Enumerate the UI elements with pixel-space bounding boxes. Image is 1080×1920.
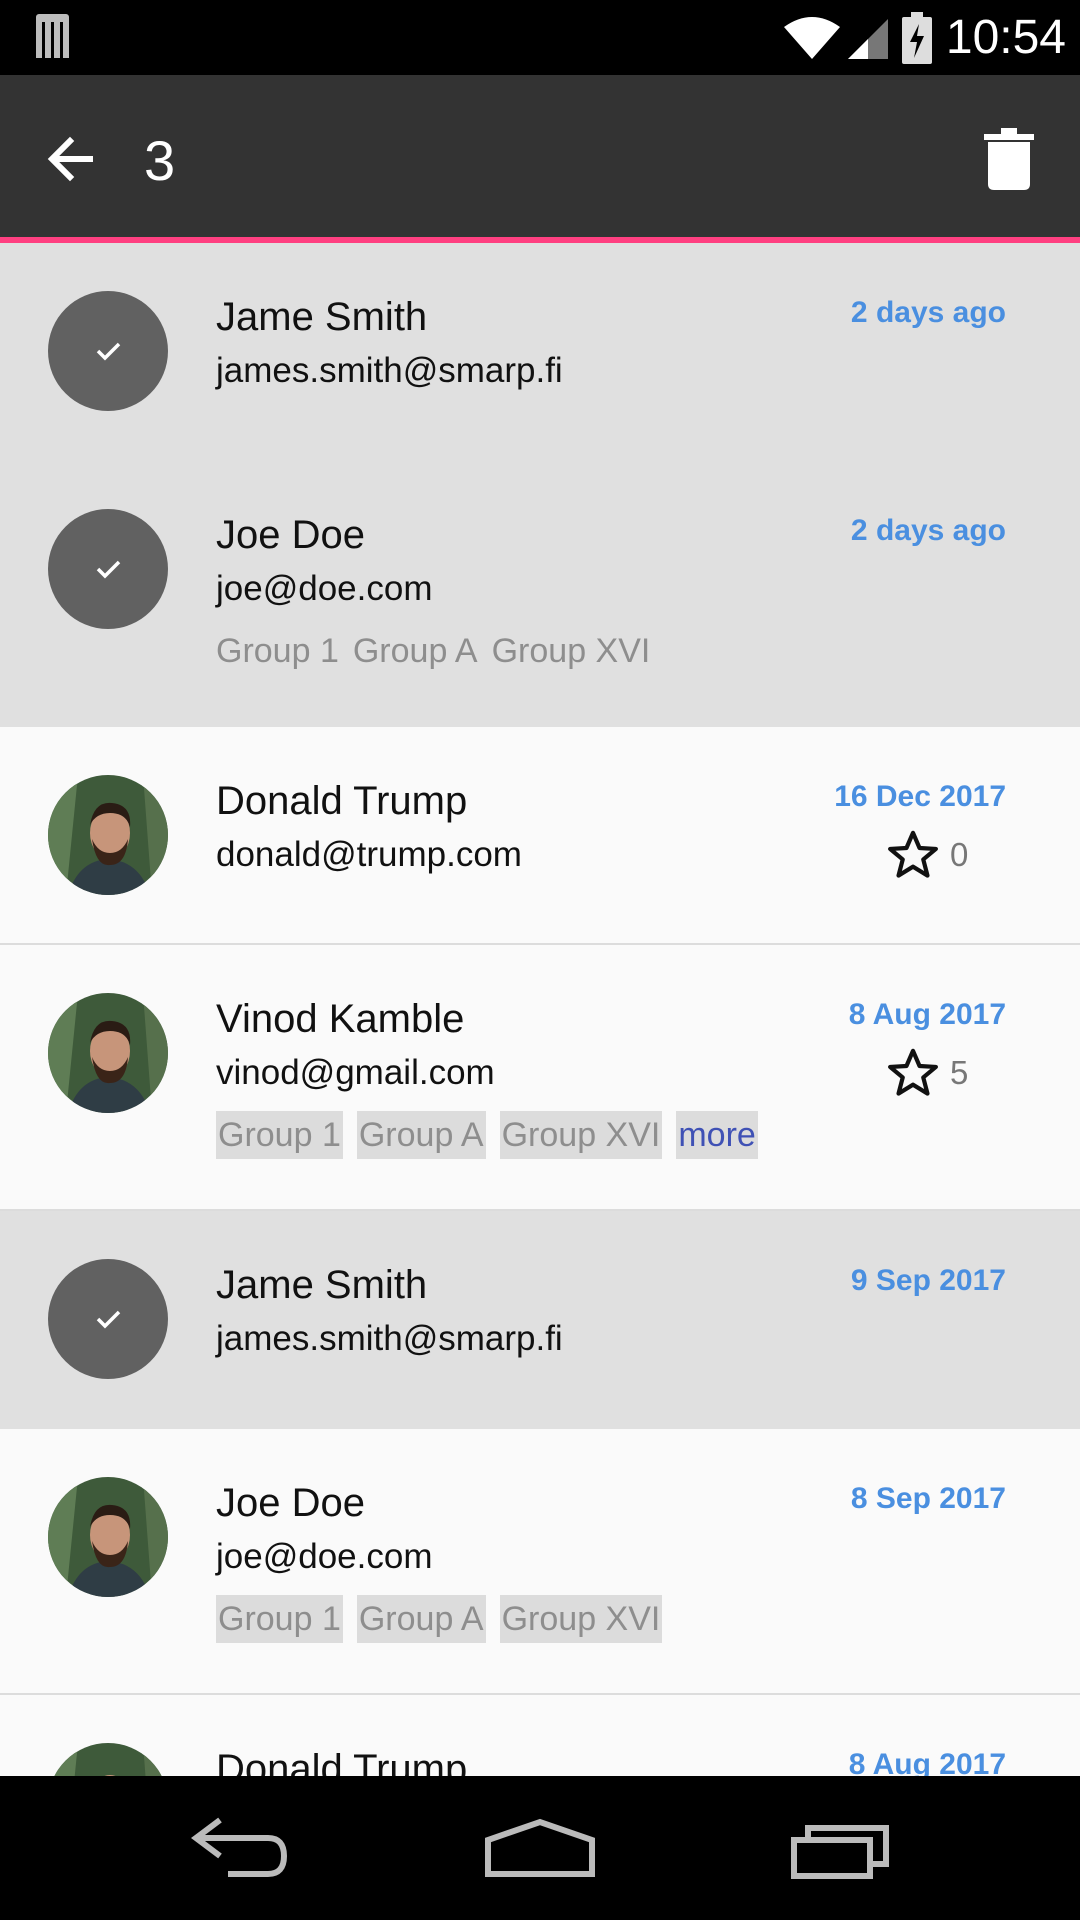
star-count: 0 — [950, 836, 969, 873]
check-icon — [96, 560, 121, 579]
more-groups-link[interactable]: more — [676, 1111, 758, 1159]
group-tag: Group A — [352, 632, 478, 670]
contact-name: Jame Smith — [216, 1263, 428, 1307]
contact-date: 8 Aug 2017 — [848, 998, 1006, 1031]
nav-recents-icon[interactable] — [790, 1810, 896, 1886]
contact-email: james.smith@smarp.fi — [216, 1319, 563, 1358]
notification-icon — [36, 14, 69, 58]
group-list: Group 1 Group A Group XVI — [216, 627, 650, 675]
group-list: Group 1 Group A Group XVI more — [216, 1111, 758, 1159]
avatar[interactable] — [48, 993, 168, 1113]
contact-name: Joe Doe — [216, 513, 365, 557]
avatar[interactable] — [48, 775, 168, 895]
selected-avatar[interactable] — [48, 509, 168, 629]
contact-name: Jame Smith — [216, 295, 428, 339]
status-time: 10:54 — [945, 11, 1066, 64]
contact-row[interactable]: Donald Trump donald@trump.com 16 Dec 201… — [0, 727, 1080, 945]
contact-date: 2 days ago — [850, 514, 1006, 547]
check-icon — [96, 342, 121, 361]
check-icon — [96, 1310, 121, 1329]
avatar[interactable] — [48, 1477, 168, 1597]
avatar-photo — [48, 775, 168, 895]
star-rating[interactable]: 0 — [884, 827, 968, 883]
group-tag: Group A — [356, 1595, 486, 1643]
contact-email: james.smith@smarp.fi — [216, 351, 563, 390]
avatar[interactable] — [48, 1743, 168, 1776]
star-count: 5 — [950, 1054, 969, 1091]
contact-row[interactable]: Donald Trump 8 Aug 2017 — [0, 1695, 1080, 1776]
star-outline-icon — [888, 1048, 938, 1096]
star-outline-icon — [888, 830, 938, 878]
contact-row[interactable]: Joe Doe joe@doe.com Group 1 Group A Grou… — [0, 1429, 1080, 1695]
star-rating[interactable]: 5 — [884, 1045, 968, 1101]
contact-list[interactable]: Jame Smith james.smith@smarp.fi 2 days a… — [0, 243, 1080, 1776]
selected-avatar[interactable] — [48, 291, 168, 411]
contact-name: Joe Doe — [216, 1481, 365, 1525]
group-tag: Group 1 — [216, 632, 339, 670]
contact-row[interactable]: Joe Doe joe@doe.com Group 1 Group A Grou… — [0, 461, 1080, 727]
wifi-icon — [783, 16, 840, 59]
contact-row[interactable]: Vinod Kamble vinod@gmail.com Group 1 Gro… — [0, 945, 1080, 1211]
battery-icon — [901, 11, 932, 64]
contact-name: Donald Trump — [216, 779, 468, 823]
group-tag: Group XVI — [499, 1111, 663, 1159]
contact-email: vinod@gmail.com — [216, 1053, 495, 1092]
contact-email: donald@trump.com — [216, 835, 522, 874]
avatar-photo — [48, 1477, 168, 1597]
contact-date: 2 days ago — [850, 296, 1006, 329]
status-bar: 10:54 — [0, 0, 1080, 75]
selected-avatar[interactable] — [48, 1259, 168, 1379]
back-arrow-icon[interactable] — [40, 128, 102, 190]
nav-back-icon[interactable] — [186, 1810, 292, 1886]
group-tag: Group 1 — [216, 1111, 343, 1159]
group-tag: Group 1 — [216, 1595, 343, 1643]
contact-date: 9 Sep 2017 — [850, 1264, 1006, 1297]
contact-email: joe@doe.com — [216, 1537, 433, 1576]
contact-row[interactable]: Jame Smith james.smith@smarp.fi 9 Sep 20… — [0, 1211, 1080, 1429]
contact-date: 8 Aug 2017 — [848, 1748, 1006, 1776]
avatar-photo — [48, 993, 168, 1113]
avatar-photo — [48, 1743, 168, 1776]
contact-name: Vinod Kamble — [216, 997, 465, 1041]
navigation-bar — [0, 1776, 1080, 1920]
selected-count: 3 — [144, 129, 176, 192]
group-tag: Group XVI — [499, 1595, 663, 1643]
contact-row[interactable]: Jame Smith james.smith@smarp.fi 2 days a… — [0, 243, 1080, 461]
group-tag: Group XVI — [491, 632, 651, 670]
nav-home-icon[interactable] — [484, 1810, 596, 1886]
contact-date: 8 Sep 2017 — [850, 1482, 1006, 1515]
group-tag: Group A — [356, 1111, 486, 1159]
group-list: Group 1 Group A Group XVI — [216, 1595, 663, 1643]
signal-icon — [847, 18, 888, 59]
contact-date: 16 Dec 2017 — [834, 780, 1006, 813]
trash-icon[interactable] — [984, 128, 1034, 190]
contact-email: joe@doe.com — [216, 569, 433, 608]
contact-name: Donald Trump — [216, 1747, 468, 1776]
